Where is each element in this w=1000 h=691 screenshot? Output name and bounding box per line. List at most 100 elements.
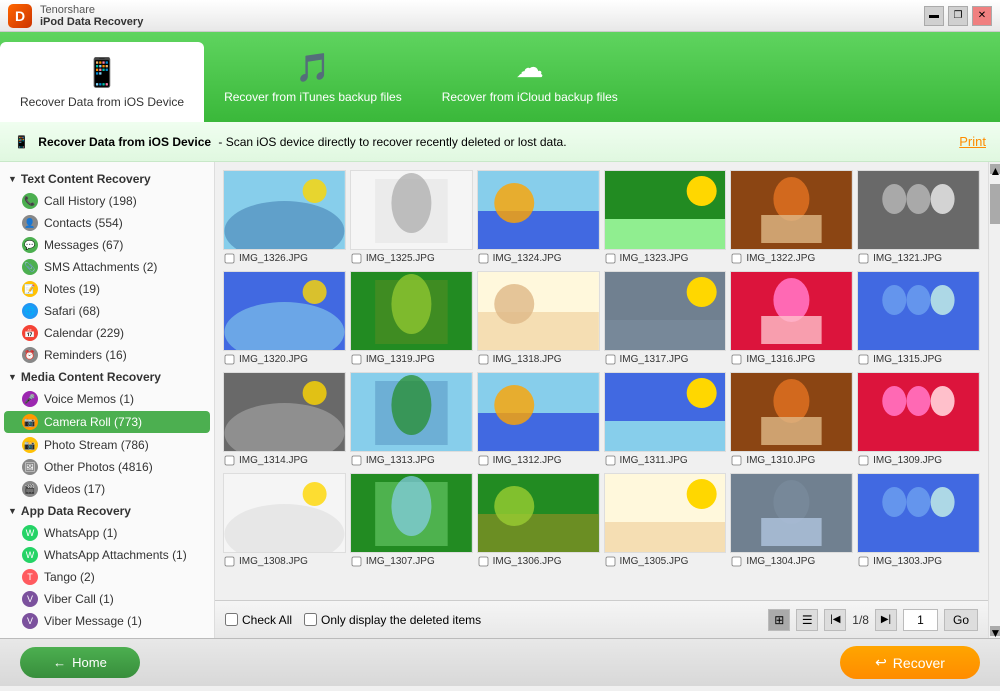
sidebar-item-safari[interactable]: 🌐 Safari (68): [0, 300, 214, 322]
photo-checkbox[interactable]: [605, 355, 615, 365]
list-view-button[interactable]: ☰: [796, 609, 818, 631]
photo-item-img1318[interactable]: IMG_1318.JPG: [477, 271, 600, 368]
tab-icloud-backup[interactable]: ☁ Recover from iCloud backup files: [422, 32, 638, 122]
scrollbar[interactable]: ▲ ▼: [988, 162, 1000, 638]
photo-checkbox[interactable]: [732, 355, 742, 365]
sidebar-item-whatsapp[interactable]: W WhatsApp (1): [0, 522, 214, 544]
sidebar-item-viber-message[interactable]: V Viber Message (1): [0, 610, 214, 632]
photo-item-img1309[interactable]: IMG_1309.JPG: [857, 372, 980, 469]
photo-item-img1325[interactable]: IMG_1325.JPG: [350, 170, 473, 267]
last-page-button[interactable]: ▶|: [875, 609, 897, 631]
photo-item-img1307[interactable]: IMG_1307.JPG: [350, 473, 473, 570]
print-link[interactable]: Print: [959, 134, 986, 149]
photo-item-img1322[interactable]: IMG_1322.JPG: [730, 170, 853, 267]
photo-item-img1306[interactable]: IMG_1306.JPG: [477, 473, 600, 570]
photo-checkbox[interactable]: [859, 355, 869, 365]
scroll-down[interactable]: ▼: [990, 626, 1000, 636]
tango-label: Tango (2): [44, 570, 95, 584]
photo-item-img1315[interactable]: IMG_1315.JPG: [857, 271, 980, 368]
photo-checkbox[interactable]: [859, 254, 869, 264]
sidebar-item-call-history[interactable]: 📞 Call History (198): [0, 190, 214, 212]
calendar-label: Calendar (229): [44, 326, 124, 340]
photo-checkbox[interactable]: [351, 254, 361, 264]
photo-item-img1310[interactable]: IMG_1310.JPG: [730, 372, 853, 469]
photo-grid: IMG_1326.JPG IMG_1325.JPG IMG_1324.JPG: [215, 162, 988, 600]
photo-item-img1311[interactable]: IMG_1311.JPG: [604, 372, 727, 469]
sidebar-item-whatsapp-attachments[interactable]: W WhatsApp Attachments (1): [0, 544, 214, 566]
photo-item-img1317[interactable]: IMG_1317.JPG: [604, 271, 727, 368]
photo-checkbox[interactable]: [478, 456, 488, 466]
photo-thumbnail: [604, 271, 727, 351]
photo-checkbox[interactable]: [605, 557, 615, 567]
photo-label: IMG_1320.JPG: [223, 351, 346, 368]
sidebar-item-videos[interactable]: 🎬 Videos (17): [0, 478, 214, 500]
recover-button[interactable]: ↩ Recover: [840, 646, 980, 679]
photo-item-img1313[interactable]: IMG_1313.JPG: [350, 372, 473, 469]
photo-item-img1321[interactable]: IMG_1321.JPG: [857, 170, 980, 267]
photo-checkbox[interactable]: [859, 557, 869, 567]
photo-checkbox[interactable]: [351, 456, 361, 466]
photo-item-img1326[interactable]: IMG_1326.JPG: [223, 170, 346, 267]
sidebar-item-viber-call[interactable]: V Viber Call (1): [0, 588, 214, 610]
photo-checkbox[interactable]: [351, 355, 361, 365]
photo-checkbox[interactable]: [732, 456, 742, 466]
sidebar-item-notes[interactable]: 📝 Notes (19): [0, 278, 214, 300]
photo-checkbox[interactable]: [732, 254, 742, 264]
sidebar-item-messages[interactable]: 💬 Messages (67): [0, 234, 214, 256]
photo-item-img1320[interactable]: IMG_1320.JPG: [223, 271, 346, 368]
sidebar-item-reminders[interactable]: ⏰ Reminders (16): [0, 344, 214, 366]
sidebar-item-photo-stream[interactable]: 📸 Photo Stream (786): [0, 434, 214, 456]
display-deleted-label[interactable]: Only display the deleted items: [304, 613, 481, 627]
tab-itunes-backup[interactable]: 🎵 Recover from iTunes backup files: [204, 32, 422, 122]
first-page-button[interactable]: |◀: [824, 609, 846, 631]
header-title: Recover Data from iOS Device: [38, 135, 211, 149]
photo-item-img1323[interactable]: IMG_1323.JPG: [604, 170, 727, 267]
check-all-checkbox[interactable]: [225, 613, 238, 626]
sms-attachments-label: SMS Attachments (2): [44, 260, 157, 274]
photo-checkbox[interactable]: [225, 355, 235, 365]
photo-item-img1304[interactable]: IMG_1304.JPG: [730, 473, 853, 570]
tab-ios-device[interactable]: 📱 Recover Data from iOS Device: [0, 42, 204, 122]
tab-itunes-label: Recover from iTunes backup files: [224, 90, 402, 104]
sidebar-item-camera-roll[interactable]: 📷 Camera Roll (773): [4, 411, 210, 433]
scroll-thumb[interactable]: [990, 184, 1000, 224]
photo-checkbox[interactable]: [351, 557, 361, 567]
photo-item-img1319[interactable]: IMG_1319.JPG: [350, 271, 473, 368]
scroll-up[interactable]: ▲: [990, 164, 1000, 174]
check-all-label[interactable]: Check All: [225, 613, 292, 627]
photo-checkbox[interactable]: [478, 557, 488, 567]
photo-checkbox[interactable]: [478, 254, 488, 264]
photo-item-img1305[interactable]: IMG_1305.JPG: [604, 473, 727, 570]
photo-item-img1303[interactable]: IMG_1303.JPG: [857, 473, 980, 570]
sidebar: ▼ Text Content Recovery 📞 Call History (…: [0, 162, 215, 638]
maximize-button[interactable]: ❐: [948, 6, 968, 26]
photo-checkbox[interactable]: [478, 355, 488, 365]
sidebar-item-voice-memos[interactable]: 🎤 Voice Memos (1): [0, 388, 214, 410]
sidebar-item-tango[interactable]: T Tango (2): [0, 566, 214, 588]
sidebar-item-calendar[interactable]: 📅 Calendar (229): [0, 322, 214, 344]
sidebar-item-other-photos[interactable]: 🖼 Other Photos (4816): [0, 456, 214, 478]
home-button[interactable]: ← Home: [20, 647, 140, 678]
photo-checkbox[interactable]: [605, 254, 615, 264]
close-button[interactable]: ✕: [972, 6, 992, 26]
sidebar-item-contacts[interactable]: 👤 Contacts (554): [0, 212, 214, 234]
sms-attachments-icon: 📎: [22, 259, 38, 275]
minimize-button[interactable]: ▬: [924, 6, 944, 26]
photo-item-img1324[interactable]: IMG_1324.JPG: [477, 170, 600, 267]
photo-checkbox[interactable]: [225, 456, 235, 466]
go-button[interactable]: Go: [944, 609, 978, 631]
photo-item-img1316[interactable]: IMG_1316.JPG: [730, 271, 853, 368]
sidebar-item-sms-attachments[interactable]: 📎 SMS Attachments (2): [0, 256, 214, 278]
photo-checkbox[interactable]: [605, 456, 615, 466]
photo-item-img1312[interactable]: IMG_1312.JPG: [477, 372, 600, 469]
page-number-input[interactable]: [903, 609, 938, 631]
photo-checkbox[interactable]: [225, 557, 235, 567]
grid-view-button[interactable]: ⊞: [768, 609, 790, 631]
sidebar-section-media-content: ▼ Media Content Recovery: [0, 366, 214, 388]
photo-checkbox[interactable]: [732, 557, 742, 567]
photo-item-img1308[interactable]: IMG_1308.JPG: [223, 473, 346, 570]
photo-checkbox[interactable]: [859, 456, 869, 466]
photo-checkbox[interactable]: [225, 254, 235, 264]
display-deleted-checkbox[interactable]: [304, 613, 317, 626]
photo-item-img1314[interactable]: IMG_1314.JPG: [223, 372, 346, 469]
